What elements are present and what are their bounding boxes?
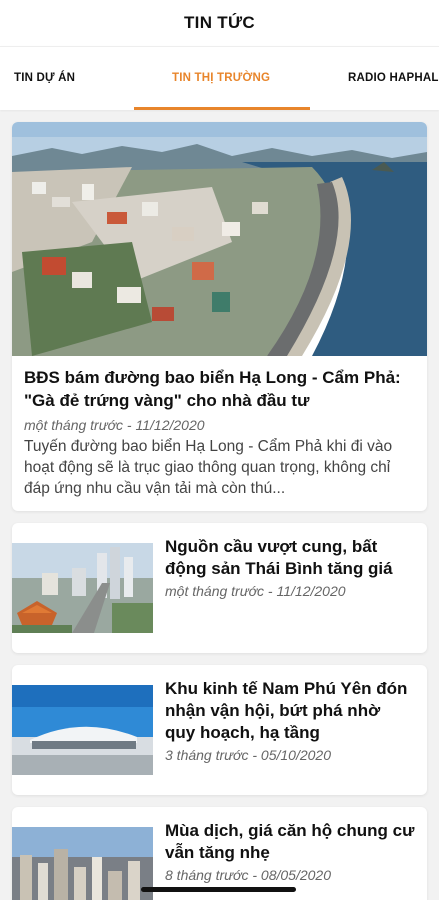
article-title[interactable]: Nguồn cầu vượt cung, bất động sản Thái B… [165, 536, 415, 580]
page-title: TIN TỨC [184, 13, 255, 32]
tab-market-news[interactable]: TIN THỊ TRƯỜNG [172, 47, 270, 109]
article-card[interactable]: Khu kinh tế Nam Phú Yên đón nhận vận hội… [12, 665, 427, 795]
news-list: BĐS bám đường bao biển Hạ Long - Cẩm Phả… [0, 110, 439, 900]
tab-radio[interactable]: RADIO HAPHAL [348, 47, 439, 109]
article-thumbnail [12, 685, 153, 775]
tab-bar: TIN DỰ ÁN TIN THỊ TRƯỜNG RADIO HAPHAL [0, 46, 439, 110]
featured-article-image [12, 122, 427, 356]
featured-article-meta: một tháng trước - 11/12/2020 [24, 417, 205, 433]
active-tab-indicator [134, 107, 310, 110]
article-title[interactable]: Mùa dịch, giá căn hộ chung cư vẫn tăng n… [165, 820, 415, 864]
featured-article-title[interactable]: BĐS bám đường bao biển Hạ Long - Cẩm Phả… [24, 366, 415, 412]
featured-article-excerpt: Tuyến đường bao biển Hạ Long - Cẩm Phả k… [24, 438, 393, 497]
featured-article-card[interactable]: BĐS bám đường bao biển Hạ Long - Cẩm Phả… [12, 122, 427, 511]
tab-project-news[interactable]: TIN DỰ ÁN [14, 47, 75, 109]
home-indicator [141, 887, 296, 892]
article-title[interactable]: Khu kinh tế Nam Phú Yên đón nhận vận hội… [165, 678, 415, 744]
article-card[interactable]: Nguồn cầu vượt cung, bất động sản Thái B… [12, 523, 427, 653]
article-thumbnail [12, 827, 153, 900]
app-header: TIN TỨC [0, 0, 439, 46]
article-meta: 3 tháng trước - 05/10/2020 [165, 747, 331, 763]
article-meta: 8 tháng trước - 08/05/2020 [165, 867, 331, 883]
article-thumbnail [12, 543, 153, 633]
article-meta: một tháng trước - 11/12/2020 [165, 583, 346, 599]
